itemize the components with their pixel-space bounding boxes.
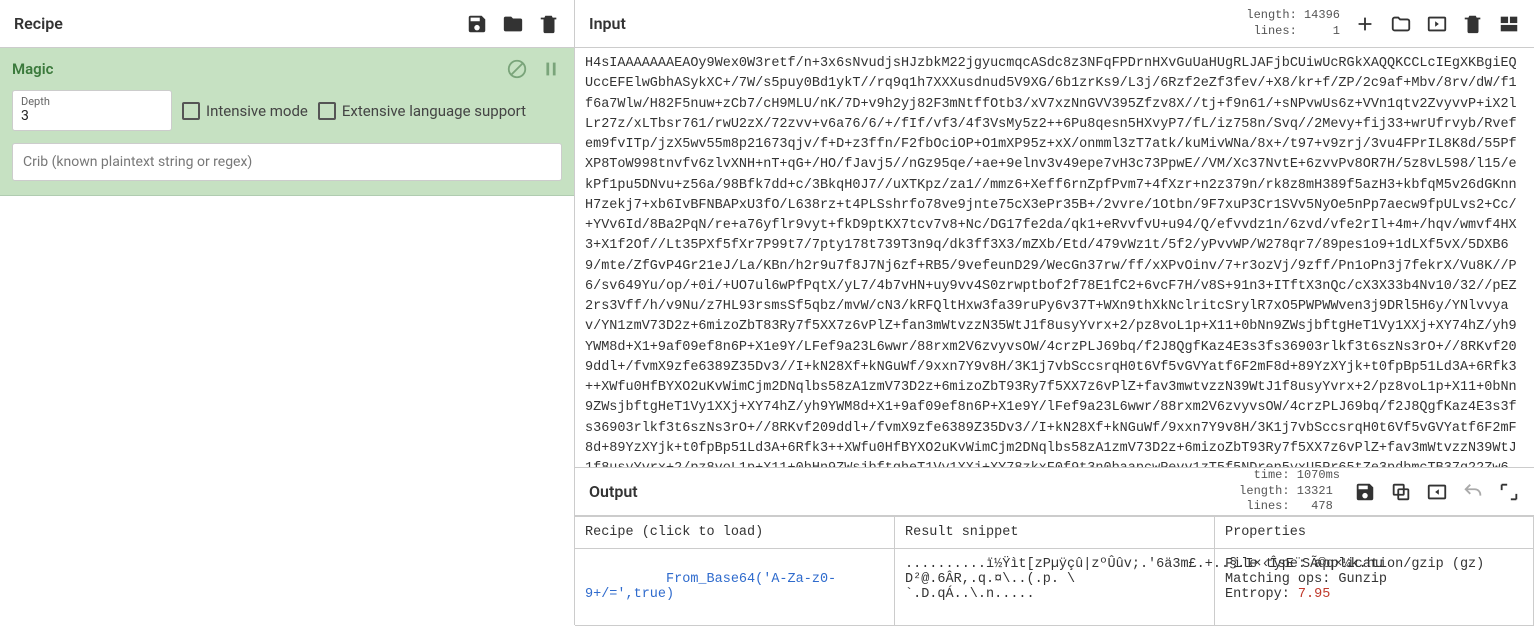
recipe-cell: From_Base64('A-Za-z0-9+/=',true): [575, 549, 895, 626]
load-recipe-icon[interactable]: [502, 13, 524, 35]
output-section: Output time: 1070ms length: 13321 lines:…: [575, 468, 1534, 625]
matching-line: Matching ops: Gunzip: [1225, 572, 1387, 587]
output-meta: time: 1070ms length: 13321 lines: 478: [1239, 468, 1340, 515]
col-snippet-header: Result snippet: [895, 517, 1215, 549]
input-header: Input length: 14396 lines: 1: [575, 0, 1534, 48]
copy-output-icon[interactable]: [1390, 481, 1412, 503]
recipe-pane: Recipe Magic: [0, 0, 575, 625]
depth-input[interactable]: Depth 3: [12, 90, 172, 131]
filetype-line: File type: application/gzip (gz): [1225, 557, 1484, 572]
clear-recipe-icon[interactable]: [538, 13, 560, 35]
operation-name: Magic: [12, 60, 53, 78]
move-output-to-input-icon[interactable]: [1426, 481, 1448, 503]
undo-icon[interactable]: [1462, 481, 1484, 503]
recipe-link[interactable]: From_Base64('A-Za-z0-9+/=',true): [585, 572, 836, 602]
open-folder-icon[interactable]: [1390, 13, 1412, 35]
checkbox-box-icon: [182, 102, 200, 120]
table-header-row: Recipe (click to load) Result snippet Pr…: [575, 517, 1534, 549]
operation-header: Magic: [12, 58, 562, 80]
snippet-cell: ..........ï½Ÿìt[zPµÿçû|zºÛûv;.'6ä3m£.+..…: [895, 549, 1215, 626]
entropy-value: 7.95: [1298, 587, 1330, 602]
depth-value: 3: [21, 108, 163, 124]
right-pane: Input length: 14396 lines: 1: [575, 0, 1534, 625]
checkbox-box-icon: [318, 102, 336, 120]
maximize-output-icon[interactable]: [1498, 481, 1520, 503]
table-row: From_Base64('A-Za-z0-9+/=',true) .......…: [575, 549, 1534, 626]
disable-op-icon[interactable]: [506, 58, 528, 80]
open-file-input-icon[interactable]: [1426, 13, 1448, 35]
pause-op-icon[interactable]: [540, 58, 562, 80]
clear-input-icon[interactable]: [1462, 13, 1484, 35]
recipe-header: Recipe: [0, 0, 574, 48]
input-meta: length: 14396 lines: 1: [1246, 8, 1340, 39]
intensive-mode-label: Intensive mode: [206, 102, 308, 120]
depth-label: Depth: [21, 95, 163, 108]
col-properties-header: Properties: [1215, 517, 1534, 549]
recipe-title: Recipe: [14, 14, 63, 33]
properties-cell: File type: application/gzip (gz) Matchin…: [1215, 549, 1534, 626]
recipe-actions: [466, 13, 560, 35]
input-textarea[interactable]: H4sIAAAAAAAEAOy9Wex0W3retf/n+3x6sNvudjsH…: [575, 48, 1534, 468]
operation-magic: Magic Depth 3 Intensive mode Exte: [0, 48, 574, 196]
save-output-icon[interactable]: [1354, 481, 1376, 503]
intensive-mode-checkbox[interactable]: Intensive mode: [182, 102, 308, 120]
input-title: Input: [589, 14, 626, 33]
entropy-label: Entropy:: [1225, 587, 1298, 602]
input-section: Input length: 14396 lines: 1: [575, 0, 1534, 468]
output-title: Output: [589, 482, 638, 501]
add-input-tab-icon[interactable]: [1354, 13, 1376, 35]
reset-layout-icon[interactable]: [1498, 13, 1520, 35]
output-header: Output time: 1070ms length: 13321 lines:…: [575, 468, 1534, 516]
col-recipe-header: Recipe (click to load): [575, 517, 895, 549]
save-recipe-icon[interactable]: [466, 13, 488, 35]
crib-input[interactable]: Crib (known plaintext string or regex): [12, 143, 562, 181]
output-table: Recipe (click to load) Result snippet Pr…: [575, 516, 1534, 626]
extensive-lang-label: Extensive language support: [342, 102, 526, 120]
extensive-lang-checkbox[interactable]: Extensive language support: [318, 102, 526, 120]
